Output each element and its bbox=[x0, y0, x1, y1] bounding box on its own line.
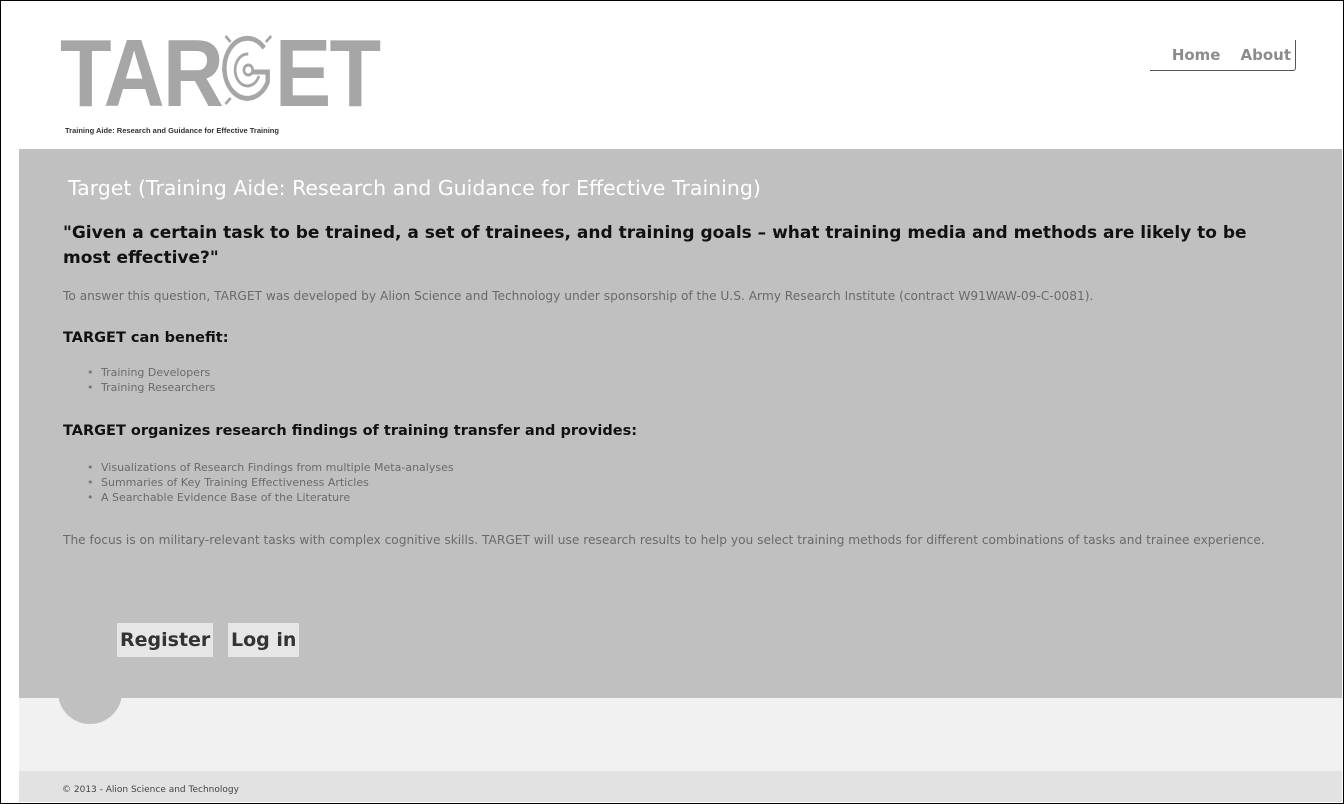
logo-word-left: TAR bbox=[60, 20, 224, 127]
nav-home-link[interactable]: Home bbox=[1172, 46, 1221, 64]
target-gear-icon bbox=[222, 34, 273, 106]
top-nav: Home About bbox=[1149, 40, 1296, 71]
guiding-question: "Given a certain task to be trained, a s… bbox=[63, 223, 1247, 268]
login-button[interactable]: Log in bbox=[228, 623, 300, 657]
list-item: Visualizations of Research Findings from… bbox=[87, 460, 454, 475]
focus-text: The focus is on military-relevant tasks … bbox=[63, 533, 1265, 547]
list-item: Training Researchers bbox=[87, 380, 215, 395]
nav-about-link[interactable]: About bbox=[1240, 46, 1291, 64]
page-title: Target (Training Aide: Research and Guid… bbox=[68, 176, 761, 200]
benefit-list: Training Developers Training Researchers bbox=[87, 365, 215, 395]
site-footer: © 2013 - Alion Science and Technology bbox=[19, 771, 1342, 802]
target-logo[interactable]: TAR ET Training Aide: Research and Guida… bbox=[60, 22, 381, 148]
provides-heading: TARGET organizes research findings of tr… bbox=[63, 423, 638, 439]
list-item: A Searchable Evidence Base of the Litera… bbox=[87, 490, 454, 505]
register-button[interactable]: Register bbox=[117, 623, 214, 657]
logo-wordmark: TAR ET bbox=[60, 26, 381, 122]
list-item: Summaries of Key Training Effectiveness … bbox=[87, 475, 454, 490]
logo-tagline: Training Aide: Research and Guidance for… bbox=[65, 126, 279, 135]
intro-text: To answer this question, TARGET was deve… bbox=[63, 289, 1094, 303]
provides-list: Visualizations of Research Findings from… bbox=[87, 460, 454, 505]
featured-panel: Target (Training Aide: Research and Guid… bbox=[19, 149, 1342, 698]
logo-word-right: ET bbox=[274, 20, 381, 127]
copyright-text: © 2013 - Alion Science and Technology bbox=[62, 785, 239, 795]
main-content-area bbox=[19, 698, 1342, 771]
list-item: Training Developers bbox=[87, 365, 215, 380]
benefit-heading: TARGET can benefit: bbox=[63, 330, 229, 346]
